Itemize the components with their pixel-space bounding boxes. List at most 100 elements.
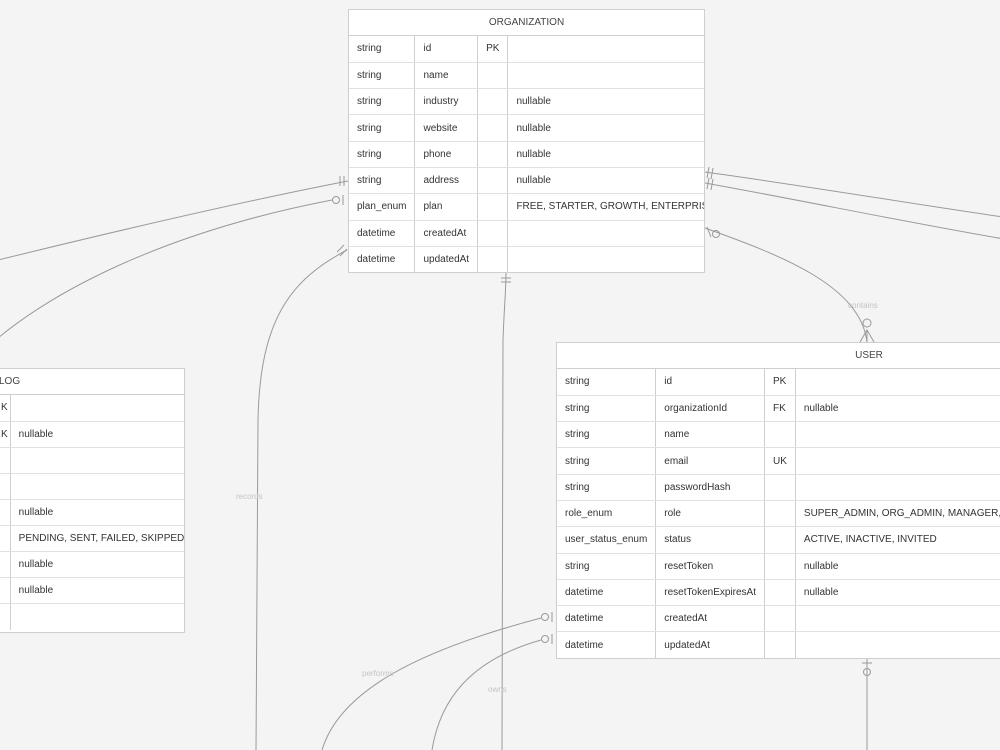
user-attribute-row: string passwordHash [557, 474, 1000, 501]
log-attribute-cell [0, 525, 11, 553]
edge-label-records: records [236, 492, 263, 501]
user-attribute-cell: FK [764, 395, 796, 423]
user-attribute-cell: name [655, 421, 765, 449]
user-attribute-cell: passwordHash [655, 474, 765, 501]
edge-label-performs: performs [362, 669, 394, 678]
organization-attribute-cell: string [349, 167, 416, 195]
user-attribute-cell: createdAt [655, 605, 765, 633]
user-attribute-cell [795, 605, 1000, 633]
log-attribute-cell: nullable [10, 421, 184, 448]
edge-performs [321, 617, 542, 750]
organization-attribute-row: plan_enum plan FREE, STARTER, GROWTH, ENTE… [349, 193, 704, 221]
user-attribute-cell [795, 447, 1000, 475]
user-attribute-cell [764, 526, 796, 554]
log-attribute-cell [10, 473, 184, 500]
log-attribute-cell [0, 551, 11, 579]
organization-attribute-cell [508, 246, 704, 272]
log-attribute-cell [0, 577, 11, 605]
organization-attribute-row: string id PK [349, 36, 704, 63]
user-attribute-cell: string [557, 553, 657, 580]
organization-attribute-cell: website [414, 114, 479, 142]
user-attribute-cell: status [655, 526, 765, 554]
organization-attribute-cell [507, 36, 704, 63]
organization-attribute-cell: phone [414, 141, 479, 168]
log-attribute-row: Knullable [0, 421, 184, 448]
organization-attribute-cell: address [414, 167, 479, 195]
user-attribute-cell: string [557, 369, 657, 396]
organization-attribute-cell [477, 246, 509, 272]
organization-attribute-cell: createdAt [414, 220, 479, 247]
organization-attribute-cell [477, 220, 509, 247]
organization-attribute-cell: nullable [507, 88, 704, 116]
entity-attributes-log: K Knullable nullable PENDING, SENT, FAILED,… [0, 395, 184, 630]
user-attribute-cell [764, 553, 796, 580]
organization-attribute-row: string address nullable [349, 167, 704, 195]
user-attribute-cell: string [557, 474, 657, 501]
user-attribute-cell: id [655, 369, 765, 396]
log-attribute-cell [10, 447, 184, 474]
user-attribute-cell: PK [764, 369, 796, 396]
entity-title-organization: ORGANIZATION [349, 10, 704, 36]
entity-log[interactable]: LOG K Knullable nullable PENDING, SENT, FAI… [0, 368, 185, 633]
edge-label-owns: owns [488, 685, 507, 694]
log-attribute-cell [10, 604, 184, 630]
log-attribute-row [0, 603, 184, 630]
organization-attribute-cell [507, 62, 704, 90]
user-attribute-cell [764, 631, 796, 658]
log-attribute-row: nullable [0, 551, 184, 579]
log-attribute-row: K [0, 395, 184, 422]
edge-org-right-1 [704, 171, 1000, 218]
organization-attribute-cell [477, 167, 509, 195]
organization-attribute-row: string industry nullable [349, 88, 704, 116]
user-attribute-row: datetime resetTokenExpiresAt nullable [557, 579, 1000, 607]
user-attribute-cell: string [557, 421, 657, 449]
user-attribute-cell: resetToken [655, 553, 765, 580]
log-attribute-cell [0, 473, 11, 500]
log-attribute-cell [0, 447, 11, 474]
er-diagram-canvas: records owns contains performs ORGANIZAT… [0, 0, 1000, 750]
edge-label-contains: contains [848, 301, 878, 310]
user-attribute-cell: user_status_enum [557, 526, 657, 554]
log-attribute-row: PENDING, SENT, FAILED, SKIPPED [0, 525, 184, 553]
organization-attribute-cell: nullable [507, 114, 704, 142]
edge-org-address-left [0, 180, 349, 261]
user-attribute-cell: SUPER_ADMIN, ORG_ADMIN, MANAGER, S [795, 500, 1000, 528]
user-attribute-cell: nullable [795, 395, 1000, 423]
user-attribute-cell: datetime [557, 579, 657, 607]
organization-attribute-cell: name [414, 62, 479, 90]
log-attribute-cell: nullable [10, 499, 184, 526]
user-attribute-cell [795, 632, 1000, 658]
user-attribute-row: datetime createdAt [557, 605, 1000, 633]
user-attribute-cell: string [557, 447, 657, 475]
organization-attribute-cell: id [414, 36, 479, 63]
edge-records [255, 249, 348, 750]
entity-attributes-organization: string id PK string name string industry nullab… [349, 36, 704, 272]
organization-attribute-cell: PK [477, 36, 509, 63]
log-attribute-cell: K [0, 421, 11, 448]
entity-user[interactable]: USER string id PK string organizationId FK nul… [556, 342, 1000, 659]
organization-attribute-cell [477, 114, 509, 142]
organization-attribute-cell: datetime [349, 220, 416, 247]
log-attribute-cell [0, 499, 11, 526]
organization-attribute-cell [477, 193, 509, 221]
organization-attribute-row: datetime createdAt [349, 220, 704, 247]
organization-attribute-cell [477, 141, 509, 168]
organization-attribute-cell: string [349, 141, 416, 168]
user-attribute-row: string email UK [557, 447, 1000, 475]
user-attribute-row: string name [557, 421, 1000, 449]
entity-title-log-text: LOG [0, 376, 21, 387]
entity-attributes-user: string id PK string organizationId FK nullable… [557, 369, 1000, 658]
edge-org-plan-log [0, 199, 333, 338]
edge-org-right-2 [704, 182, 1000, 239]
user-attribute-row: role_enum role SUPER_ADMIN, ORG_ADMIN, MAN… [557, 500, 1000, 528]
organization-attribute-cell: string [349, 62, 416, 90]
user-attribute-cell: organizationId [655, 395, 765, 423]
user-attribute-row: string organizationId FK nullable [557, 395, 1000, 423]
entity-organization[interactable]: ORGANIZATION string id PK string name string i… [348, 9, 705, 273]
log-attribute-cell [0, 603, 11, 630]
organization-attribute-cell: nullable [507, 167, 704, 195]
user-attribute-cell [764, 605, 796, 633]
organization-attribute-row: string phone nullable [349, 141, 704, 168]
organization-attribute-row: string website nullable [349, 114, 704, 142]
user-attribute-row: user_status_enum status ACTIVE, INACTIVE, … [557, 526, 1000, 554]
